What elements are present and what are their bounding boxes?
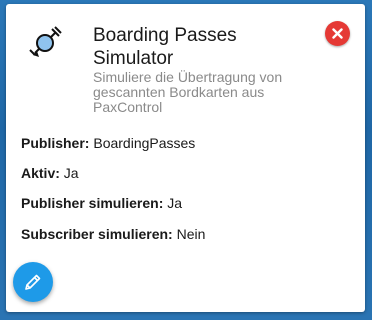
detail-publisher: Publisher: BoardingPasses <box>21 135 195 151</box>
pencil-icon <box>25 274 41 290</box>
close-icon <box>332 28 343 39</box>
subscriber-simulieren-value: Nein <box>176 226 206 242</box>
app-description: Simuliere die Übertragung von gescannten… <box>93 69 283 115</box>
app-detail-card: Boarding Passes Simulator Simuliere die … <box>6 4 365 312</box>
publisher-value: BoardingPasses <box>93 135 196 151</box>
detail-aktiv: Aktiv: Ja <box>21 165 79 181</box>
aktiv-label: Aktiv: <box>21 165 60 181</box>
app-title: Boarding Passes Simulator <box>93 25 237 69</box>
detail-subscriber-simulieren: Subscriber simulieren: Nein <box>21 226 205 242</box>
aktiv-value: Ja <box>63 165 79 181</box>
subscriber-simulieren-label: Subscriber simulieren: <box>21 226 173 242</box>
close-button[interactable] <box>325 21 350 46</box>
publisher-label: Publisher: <box>21 135 90 151</box>
satellite-icon <box>26 22 66 62</box>
edit-button[interactable] <box>13 262 53 302</box>
publisher-simulieren-value: Ja <box>167 195 183 211</box>
detail-publisher-simulieren: Publisher simulieren: Ja <box>21 195 182 211</box>
publisher-simulieren-label: Publisher simulieren: <box>21 195 164 211</box>
